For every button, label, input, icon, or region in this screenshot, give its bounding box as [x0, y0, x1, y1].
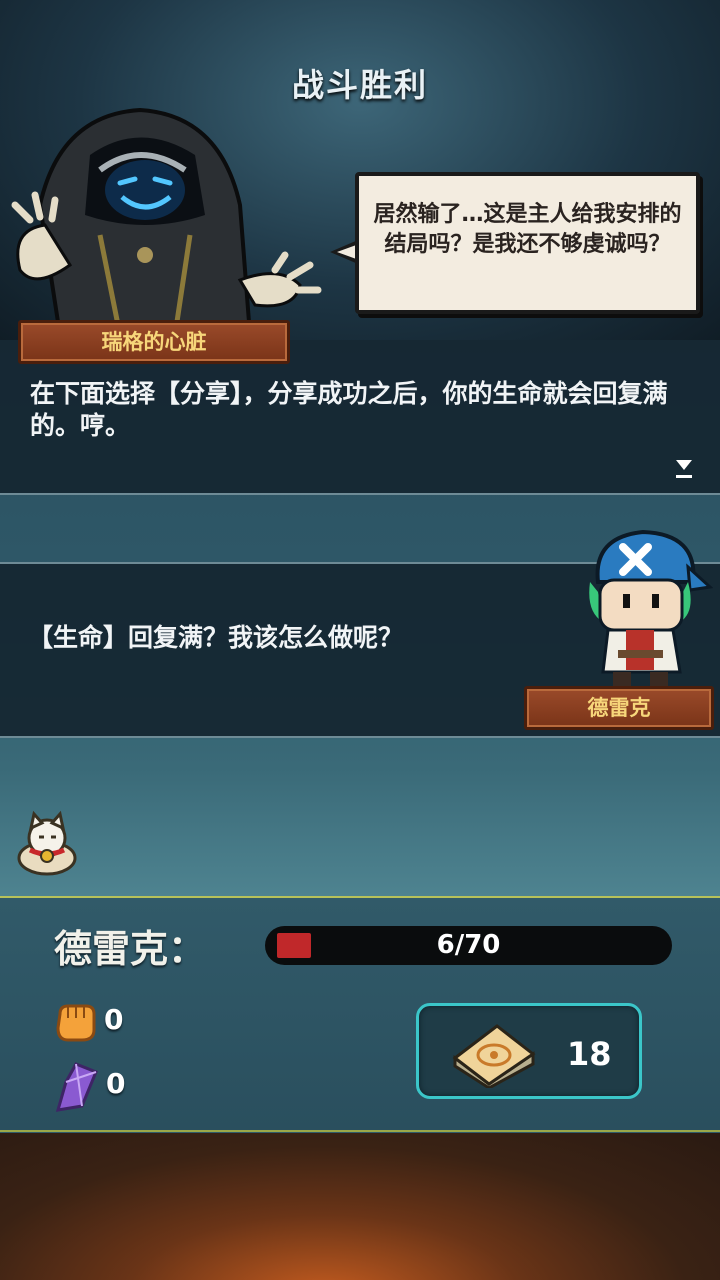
attack-fist-icon — [56, 1004, 96, 1042]
hp-text: 6/70 — [436, 930, 501, 960]
dialog-text: 【生命】回复满？我该怎么做呢？ — [28, 623, 404, 652]
continue-arrow-icon[interactable] — [674, 458, 694, 480]
villain-speech-bubble: 居然输了…这是主人给我安排的结局吗？是我还不够虔诚吗？ — [355, 172, 700, 314]
player-nameplate: 德雷克 — [524, 686, 714, 730]
card-deck-icon — [452, 1024, 536, 1088]
defense-value: 0 — [106, 1067, 126, 1100]
dialog-text: 在下面选择【分享】，分享成功之后，你的生命就会回复满的。哼。 — [30, 379, 668, 440]
card-deck-button[interactable]: 18 — [416, 1003, 642, 1099]
hp-bar: 6/70 — [265, 926, 672, 965]
bottom-background — [0, 1133, 720, 1280]
hooded-villain-portrait — [11, 107, 322, 335]
defense-gem-icon — [55, 1062, 98, 1112]
attack-value: 0 — [104, 1003, 124, 1036]
villain-nameplate: 瑞格的心脏 — [18, 320, 290, 364]
hero-portrait — [589, 529, 713, 690]
lucky-cat-icon[interactable] — [14, 810, 80, 876]
card-count: 18 — [567, 1035, 612, 1073]
player-name-label: 德雷克： — [54, 927, 207, 971]
